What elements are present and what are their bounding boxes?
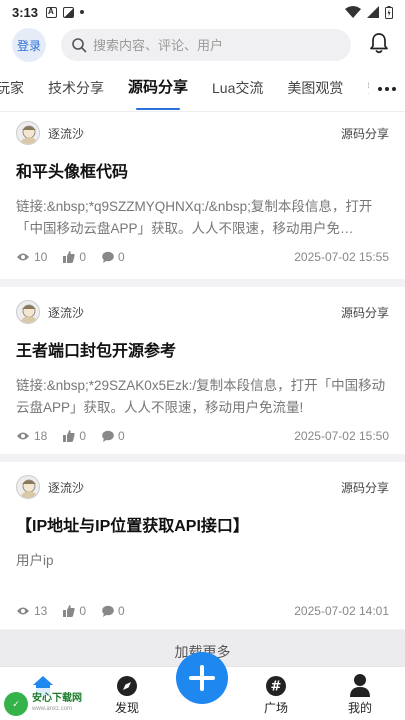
dot-icon <box>80 10 85 14</box>
more-dot-icon <box>378 87 382 91</box>
eye-icon <box>17 432 29 440</box>
comments-stat[interactable]: 0 <box>102 429 125 443</box>
comments-stat[interactable]: 0 <box>102 604 125 618</box>
hashtag-icon: # <box>266 676 286 696</box>
likes-stat[interactable]: 0 <box>63 250 86 264</box>
top-bar: 登录 <box>0 24 405 66</box>
views-stat: 13 <box>16 604 47 618</box>
comment-icon <box>102 251 114 263</box>
tab-source-share[interactable]: 源码分享 <box>116 66 200 111</box>
eye-icon <box>17 607 29 615</box>
nav-mine-label: 我的 <box>347 701 372 715</box>
nav-square-label: 广场 <box>263 701 288 715</box>
post-excerpt[interactable]: 链接:&nbsp;*q9SZZMYQHNXq:/&nbsp;复制本段信息，打开「… <box>16 196 389 240</box>
watermark-logo-icon: ✓ <box>4 692 28 716</box>
signal-icon <box>367 6 379 18</box>
post-title[interactable]: 和平头像框代码 <box>16 162 389 184</box>
tab-players[interactable]: 玩家 <box>0 66 36 111</box>
thumbs-up-icon <box>63 430 76 442</box>
author-avatar[interactable] <box>16 121 40 145</box>
post-title[interactable]: 王者端口封包开源参考 <box>16 341 389 363</box>
plus-icon <box>189 665 215 691</box>
battery-icon <box>385 5 393 19</box>
search-bar[interactable] <box>61 29 351 61</box>
bell-icon <box>370 32 388 53</box>
post-date: 2025-07-02 15:55 <box>294 250 389 264</box>
status-bar: 3:13 <box>0 0 405 24</box>
watermark-url: www.anxz.com <box>32 706 73 712</box>
author-name[interactable]: 逐流沙 <box>48 479 84 496</box>
create-post-button[interactable] <box>176 652 228 704</box>
views-stat: 18 <box>16 429 47 443</box>
post-category: 源码分享 <box>340 305 389 320</box>
watermark-name: 安心下载网 <box>32 693 82 704</box>
post-card[interactable]: 逐流沙 源码分享 王者端口封包开源参考 链接:&nbsp;*29SZAK0x5E… <box>0 287 405 454</box>
more-dot-icon <box>392 87 396 91</box>
thumbs-up-icon <box>63 251 76 263</box>
post-card[interactable]: 逐流沙 源码分享 【IP地址与IP位置获取API接口】 用户ip 13 0 0 … <box>0 462 405 629</box>
image-notification-icon <box>63 6 75 18</box>
comment-icon <box>102 430 114 442</box>
post-card[interactable]: 逐流沙 源码分享 和平头像框代码 链接:&nbsp;*q9SZZMYQHNXq:… <box>0 112 405 279</box>
post-category: 源码分享 <box>340 126 389 141</box>
author-name[interactable]: 逐流沙 <box>48 125 84 142</box>
post-date: 2025-07-02 14:01 <box>294 604 389 618</box>
post-excerpt[interactable]: 链接:&nbsp;*29SZAK0x5Ezk:/复制本段信息，打开「中国移动云盘… <box>16 375 389 419</box>
comment-icon <box>102 605 114 617</box>
likes-stat[interactable]: 0 <box>63 429 86 443</box>
post-title[interactable]: 【IP地址与IP位置获取API接口】 <box>16 516 389 538</box>
eye-icon <box>17 253 29 261</box>
more-dot-icon <box>385 87 389 91</box>
comments-stat[interactable]: 0 <box>102 250 125 264</box>
login-button[interactable]: 登录 <box>12 28 46 62</box>
tab-tech-share[interactable]: 技术分享 <box>36 66 116 111</box>
status-time: 3:13 <box>12 4 39 20</box>
post-category: 源码分享 <box>340 480 389 495</box>
more-tabs-button[interactable] <box>369 66 405 111</box>
tab-lua[interactable]: Lua交流 <box>200 66 275 111</box>
post-feed: 逐流沙 源码分享 和平头像框代码 链接:&nbsp;*q9SZZMYQHNXq:… <box>0 112 405 637</box>
notification-button[interactable] <box>369 32 389 59</box>
likes-stat[interactable]: 0 <box>63 604 86 618</box>
search-input[interactable] <box>93 37 333 53</box>
author-avatar[interactable] <box>16 475 40 499</box>
user-icon <box>350 674 370 697</box>
compass-icon <box>117 676 137 696</box>
views-stat: 10 <box>16 250 47 264</box>
thumbs-up-icon <box>63 605 76 617</box>
search-icon <box>72 38 87 53</box>
notification-icon <box>46 6 58 18</box>
post-excerpt[interactable]: 用户ip <box>16 550 389 594</box>
nav-mine[interactable]: 我的 <box>325 667 395 720</box>
author-name[interactable]: 逐流沙 <box>48 304 84 321</box>
site-watermark: ✓ 安心下载网 www.anxz.com <box>0 688 110 720</box>
nav-square[interactable]: # 广场 <box>241 667 311 720</box>
category-tabs: 玩家 技术分享 源码分享 Lua交流 美图观赏 安 <box>0 66 405 112</box>
author-avatar[interactable] <box>16 300 40 324</box>
wifi-icon <box>345 6 361 18</box>
svg-text:#: # <box>271 680 282 695</box>
tab-images[interactable]: 美图观赏 <box>275 66 355 111</box>
post-date: 2025-07-02 15:50 <box>294 429 389 443</box>
